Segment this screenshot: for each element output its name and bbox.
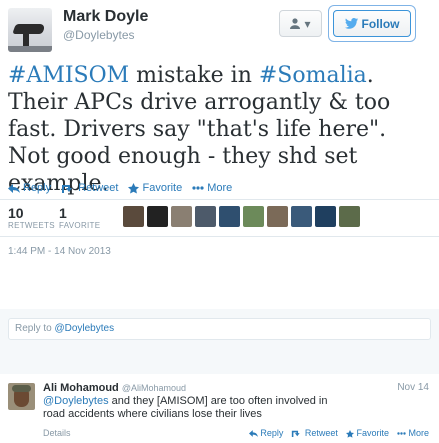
hashtag-link[interactable]: #Somalia [259,63,367,88]
star-icon [128,182,140,194]
divider [0,199,439,200]
favorite-action[interactable]: Favorite [128,182,182,194]
bird-icon [344,18,358,29]
retweets-label: RETWEETS [8,221,55,230]
reply-date[interactable]: Nov 14 [397,382,429,393]
retweets-stat[interactable]: 10 RETWEETS [8,205,55,230]
reply-reply-action[interactable]: Reply [248,428,283,438]
more-action[interactable]: More [192,182,232,194]
reply-details-link[interactable]: Details [43,428,71,438]
reply-text: @Doylebytes and they [AMISOM] are too of… [43,395,328,420]
favoriter-avatar[interactable] [339,206,360,227]
favoriter-avatar[interactable] [291,206,312,227]
tweet-text-segment: mistake in [129,63,259,88]
reply-tweet-actions: Reply Retweet Favorite More [248,428,429,438]
tweet-timestamp[interactable]: 1:44 PM - 14 Nov 2013 [8,246,111,257]
chevron-down-icon: ▾ [304,16,311,31]
retweet-icon [291,430,302,438]
hashtag-link[interactable]: #AMISOM [8,63,129,88]
favoriter-avatar[interactable] [171,206,192,227]
reply-favorite-action[interactable]: Favorite [345,428,389,438]
favoriter-avatar[interactable] [243,206,264,227]
reply-author-name: Ali Mohamoud [43,382,119,394]
favoriters-avatars [123,206,360,227]
follow-label: Follow [361,16,400,31]
favoriter-avatar[interactable] [195,206,216,227]
follow-button[interactable]: Follow [333,10,411,37]
favoriter-avatar[interactable] [147,206,168,227]
retweet-action[interactable]: Retweet [61,182,118,194]
user-icon [290,18,301,29]
retweet-icon [61,184,75,193]
favorites-stat[interactable]: 1 FAVORITE [59,205,100,230]
user-actions-dropdown[interactable]: ▾ [279,10,322,37]
reply-placeholder-mention: @Doylebytes [54,323,115,334]
favoriter-avatar[interactable] [219,206,240,227]
favoriter-avatar[interactable] [315,206,336,227]
author-handle[interactable]: @Doylebytes [63,28,135,42]
reply-author-avatar[interactable] [8,383,35,410]
ellipsis-icon [192,186,204,190]
reply-mention[interactable]: @Doylebytes [43,395,109,407]
favoriter-avatar[interactable] [123,206,144,227]
favoriter-avatar[interactable] [267,206,288,227]
reply-input[interactable]: Reply to @Doylebytes [8,318,431,340]
reply-retweet-action[interactable]: Retweet [291,428,338,438]
reply-more-action[interactable]: More [397,428,429,438]
reply-icon [248,430,258,437]
star-icon [345,429,354,438]
reply-author-handle: @AliMohamoud [121,383,187,393]
divider [0,236,439,237]
reply-placeholder-prefix: Reply to [15,323,55,334]
tweet-text: #AMISOM mistake in #Somalia. Their APCs … [8,62,433,197]
reply-action[interactable]: Reply [8,182,51,194]
tweet-permalink-card: Mark Doyle @Doylebytes ▾ Follow #AMISOM … [0,0,439,443]
reply-author[interactable]: Ali Mohamoud @AliMohamoud [43,382,186,394]
tweet-actions: Reply Retweet Favorite More [8,182,232,194]
favorites-count: 1 [59,205,67,221]
author-name[interactable]: Mark Doyle [63,8,148,26]
favorites-label: FAVORITE [59,221,101,230]
retweets-count: 10 [8,205,24,221]
author-avatar[interactable] [8,8,52,52]
reply-icon [8,183,20,193]
ellipsis-icon [397,432,406,435]
